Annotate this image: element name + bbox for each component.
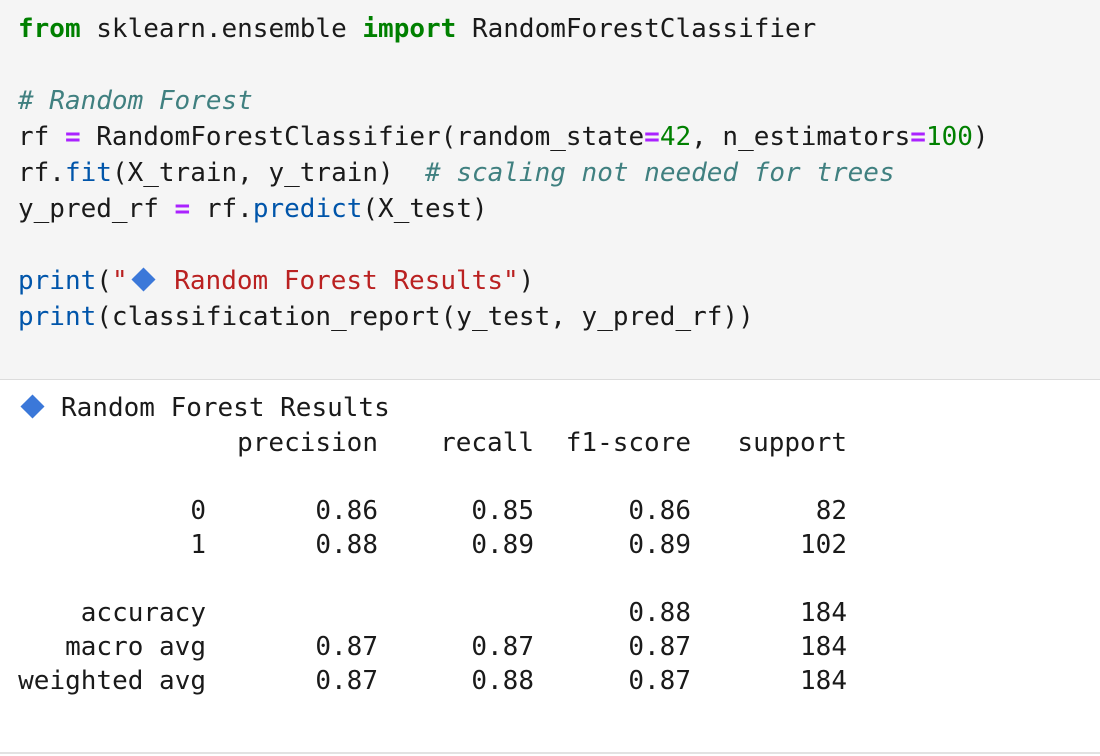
code-line-4: rf.fit(X_train, y_train) # scaling not n… [18, 155, 895, 191]
cell-recall [378, 596, 534, 630]
operator: = [64, 122, 81, 152]
keyword-from: from [18, 14, 81, 44]
cell-recall: 0.85 [471, 496, 534, 526]
code-text: (X_train, y_train) [111, 158, 426, 188]
function-name: fit [64, 158, 112, 188]
cell-support: 102 [800, 530, 847, 560]
code-text: rf. [18, 158, 65, 188]
cell-support: 82 [815, 496, 847, 526]
column-header-recall: recall [440, 428, 534, 458]
row-label: macro avg [65, 632, 206, 662]
function-name: print [18, 302, 97, 332]
cell-precision: 0.87 [315, 632, 378, 662]
code-text: ) [972, 122, 989, 152]
blue-diamond-icon [20, 394, 45, 419]
cell-recall: 0.89 [471, 530, 534, 560]
row-label: 0 [190, 496, 206, 526]
comment: # Random Forest [18, 86, 253, 116]
column-header-support: support [737, 428, 847, 458]
code-text: RandomForestClassifier(random_state [80, 122, 645, 152]
output-title-text: Random Forest Results [61, 393, 390, 423]
code-text: ) [518, 266, 535, 296]
row-label: accuracy [80, 598, 206, 628]
cell-divider [0, 752, 1100, 754]
code-text: , n_estimators [691, 122, 911, 152]
comment: # scaling not needed for trees [425, 158, 895, 188]
module-name: sklearn.ensemble [80, 14, 363, 44]
code-text: ( [96, 266, 112, 296]
column-header-f1-score: f1-score [565, 428, 691, 458]
cell-support: 184 [800, 666, 847, 696]
number-literal: 42 [659, 122, 692, 152]
row-label: weighted avg [18, 666, 206, 696]
cell-output: Random Forest Results precision recall f… [0, 381, 1100, 754]
keyword-import: import [362, 14, 457, 44]
cell-recall: 0.88 [471, 666, 534, 696]
code-cell-input[interactable]: from sklearn.ensemble import RandomFores… [0, 0, 1100, 380]
cell-precision: 0.86 [315, 496, 378, 526]
code-text: (classification_report(y_test, y_pred_rf… [96, 302, 754, 332]
cell-recall: 0.87 [471, 632, 534, 662]
code-line-1: from sklearn.ensemble import RandomFores… [18, 11, 816, 47]
cell-precision [218, 596, 378, 630]
cell-precision: 0.88 [315, 530, 378, 560]
code-line-3: rf = RandomForestClassifier(random_state… [18, 119, 989, 155]
operator: = [644, 122, 660, 152]
class-name: RandomForestClassifier [456, 14, 817, 44]
cell-f1-score: 0.88 [628, 598, 691, 628]
cell-f1-score: 0.86 [628, 496, 691, 526]
code-line-6: print(" Random Forest Results") [18, 263, 534, 299]
operator: = [174, 194, 191, 224]
cell-f1-score: 0.89 [628, 530, 691, 560]
code-line-7: print(classification_report(y_test, y_pr… [18, 299, 754, 335]
code-line-2: # Random Forest [18, 83, 253, 119]
blue-diamond-icon [131, 267, 156, 292]
function-name: print [18, 266, 97, 296]
cell-support: 184 [800, 598, 847, 628]
column-header-precision: precision [237, 428, 378, 458]
code-text: rf. [190, 194, 253, 224]
function-name: predict [252, 194, 363, 224]
row-label: 1 [190, 530, 206, 560]
cell-support: 184 [800, 632, 847, 662]
cell-f1-score: 0.87 [628, 632, 691, 662]
operator: = [910, 122, 926, 152]
code-text: y_pred_rf [18, 194, 175, 224]
string-literal: " [111, 266, 128, 296]
cell-precision: 0.87 [315, 666, 378, 696]
code-line-5: y_pred_rf = rf.predict(X_test) [18, 191, 488, 227]
output-title: Random Forest Results [18, 391, 390, 425]
code-text: rf [18, 122, 65, 152]
code-text: (X_test) [362, 194, 488, 224]
cell-f1-score: 0.87 [628, 666, 691, 696]
string-literal: Random Forest Results" [158, 266, 519, 296]
number-literal: 100 [925, 122, 973, 152]
